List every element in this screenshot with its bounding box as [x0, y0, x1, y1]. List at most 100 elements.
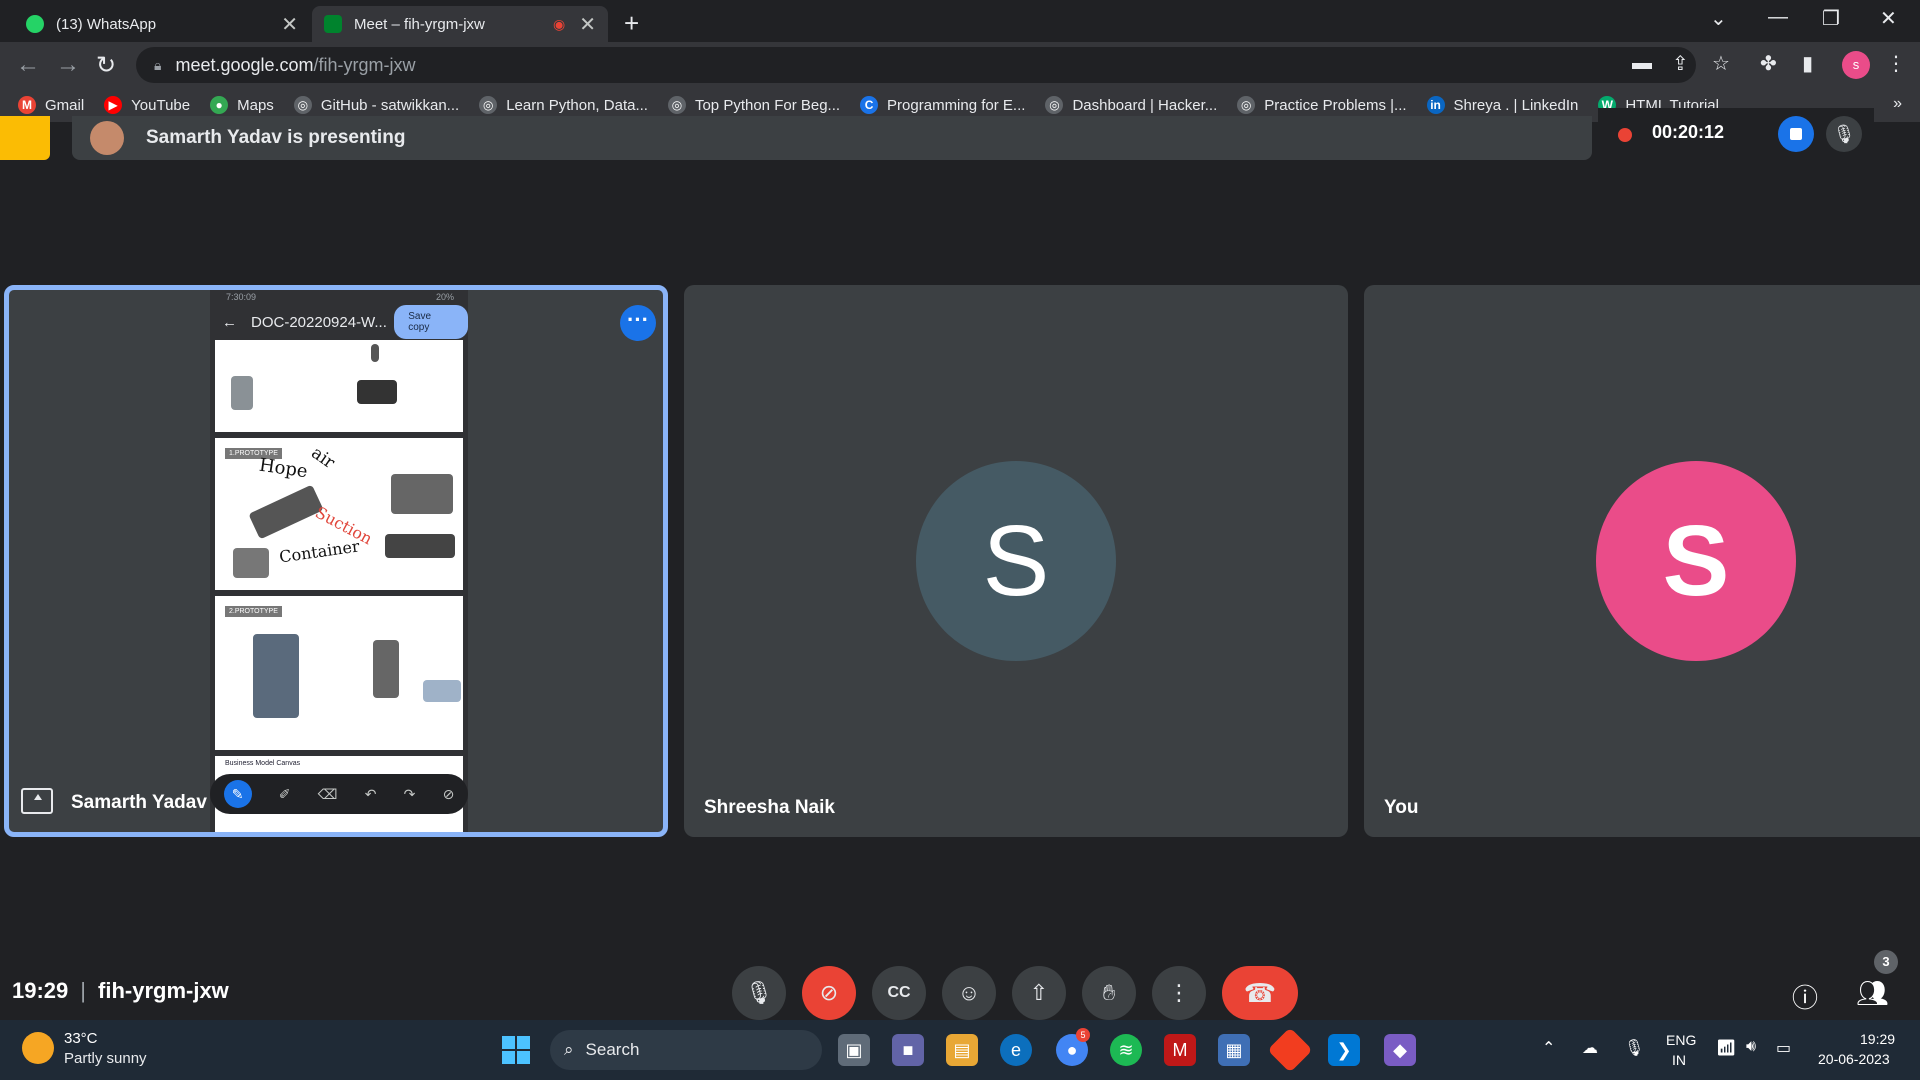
teams-icon[interactable]: ■: [892, 1034, 924, 1066]
lock-icon: 🔒︎: [154, 56, 162, 73]
redo-icon: ↷: [403, 785, 416, 802]
battery-icon[interactable]: ▭: [1776, 1038, 1791, 1058]
presenting-banner: Samarth Yadav is presenting: [72, 116, 1592, 160]
reload-icon[interactable]: ↻: [96, 51, 116, 80]
wifi-icon[interactable]: 📶︎: [1716, 1038, 1736, 1058]
mcafee-icon[interactable]: M: [1164, 1034, 1196, 1066]
tab-title: (13) WhatsApp: [56, 15, 157, 33]
prototype-image: [248, 484, 324, 540]
weather-temperature[interactable]: 33°C: [64, 1030, 98, 1047]
file-explorer-icon[interactable]: ▤: [946, 1034, 978, 1066]
camera-icon[interactable]: ▬: [1632, 52, 1652, 75]
save-copy-button: Save copy: [394, 305, 468, 339]
info-icon[interactable]: ⓘ: [1792, 978, 1818, 1015]
phone-status-bar: 7:30:09 20%: [210, 290, 468, 304]
leave-call-button[interactable]: ☎︎: [1222, 966, 1298, 1020]
participant-tile-you[interactable]: S You: [1364, 285, 1920, 837]
bookmark-item[interactable]: ▶ YouTube: [104, 96, 190, 114]
address-bar[interactable]: 🔒︎ meet.google.com/fih-yrgm-jxw: [136, 47, 1696, 83]
restore-button[interactable]: ❐: [1822, 6, 1840, 31]
start-button[interactable]: [502, 1036, 530, 1064]
bookmark-label: Practice Problems |...: [1264, 96, 1407, 114]
region-indicator[interactable]: IN: [1672, 1052, 1686, 1068]
microphone-button[interactable]: 🎙︎: [732, 966, 786, 1020]
windows-taskbar: 33°C Partly sunny ⌕ Search ▣ ■ ▤ e ● 5 ≋…: [0, 1020, 1920, 1080]
participant-tile-shreesha[interactable]: S Shreesha Naik: [684, 285, 1348, 837]
onedrive-icon[interactable]: ☁: [1582, 1038, 1598, 1058]
emoji-button[interactable]: ☺: [942, 966, 996, 1020]
microphone-tray-icon[interactable]: 🎙︎: [1624, 1038, 1644, 1058]
ink-annotation: Container: [278, 536, 361, 567]
tab-whatsapp[interactable]: (13) WhatsApp ✕: [14, 6, 310, 42]
language-indicator[interactable]: ENG: [1666, 1032, 1696, 1048]
bin-image: [231, 376, 253, 410]
raise-hand-button[interactable]: ✋︎: [1082, 966, 1136, 1020]
people-icon[interactable]: 👥︎: [1856, 978, 1889, 1009]
present-now-button[interactable]: ⇧: [1012, 966, 1066, 1020]
new-tab-button[interactable]: +: [624, 8, 639, 39]
bookmark-item[interactable]: ◎ Practice Problems |...: [1237, 96, 1407, 114]
profile-avatar[interactable]: s: [1842, 51, 1870, 79]
meet-icon: [324, 15, 342, 33]
pen-icon: ✎: [223, 780, 252, 808]
bookmark-item[interactable]: ◎ Learn Python, Data...: [479, 96, 648, 114]
car-image: [423, 680, 461, 702]
tab-search-icon[interactable]: ⌄: [1710, 6, 1727, 31]
weather-description[interactable]: Partly sunny: [64, 1050, 147, 1067]
extensions-icon[interactable]: ✤: [1760, 51, 1777, 76]
bookmark-item[interactable]: ◎ GitHub - satwikkan...: [293, 96, 459, 114]
presenting-text: Samarth Yadav is presenting: [146, 127, 406, 148]
bookmark-item[interactable]: ◎ Dashboard | Hacker...: [1045, 96, 1217, 114]
edge-icon[interactable]: e: [1000, 1034, 1032, 1066]
star-icon[interactable]: ☆: [1712, 51, 1730, 76]
close-icon[interactable]: ✕: [281, 12, 298, 37]
share-icon[interactable]: ⇪: [1672, 51, 1689, 76]
taskbar-time[interactable]: 19:29: [1860, 1031, 1895, 1047]
minimize-button[interactable]: —: [1768, 6, 1788, 29]
more-options-icon[interactable]: ⋮: [1152, 966, 1206, 1020]
bookmark-item[interactable]: M Gmail: [18, 96, 84, 114]
phone-battery: 20%: [435, 292, 454, 302]
divider: |: [80, 978, 86, 1003]
side-panel-icon[interactable]: ▮: [1802, 51, 1813, 76]
stop-recording-button[interactable]: [1778, 116, 1814, 152]
menu-icon[interactable]: ⋮: [1886, 51, 1906, 76]
tab-title: Meet – fih-yrgm-jxw: [354, 15, 485, 33]
shared-screen: 7:30:09 20% ← DOC-20220924-W... Save cop…: [210, 290, 468, 832]
visual-studio-icon[interactable]: ◆: [1384, 1034, 1416, 1066]
tab-meet[interactable]: Meet – fih-yrgm-jxw ◉ ✕: [312, 6, 608, 42]
taskbar-search[interactable]: ⌕ Search: [550, 1030, 822, 1070]
bookmark-item[interactable]: in Shreya . | LinkedIn: [1426, 96, 1578, 114]
avatar: S: [916, 461, 1116, 661]
presenting-icon: [21, 788, 53, 814]
volume-icon[interactable]: 🔊︎: [1746, 1038, 1756, 1056]
presentation-control-button[interactable]: [0, 116, 50, 160]
close-window-button[interactable]: ✕: [1880, 6, 1897, 31]
spotify-icon[interactable]: ≋: [1110, 1034, 1142, 1066]
participant-tile-samarth[interactable]: 7:30:09 20% ← DOC-20220924-W... Save cop…: [4, 285, 668, 837]
weather-icon[interactable]: [22, 1032, 54, 1064]
vscode-icon[interactable]: ❯: [1328, 1034, 1360, 1066]
search-icon: ⌕: [564, 1040, 574, 1059]
task-view-icon[interactable]: ▣: [838, 1034, 870, 1066]
more-options-button[interactable]: ···: [620, 305, 656, 341]
hide-ink-icon: ⊘: [442, 785, 455, 802]
camera-off-button[interactable]: ⊘: [802, 966, 856, 1020]
forward-icon[interactable]: →: [56, 51, 80, 79]
ink-annotation: air: [307, 443, 339, 473]
meeting-info: 19:29 | fih-yrgm-jxw: [12, 978, 229, 1004]
more-bookmarks-icon[interactable]: »: [1885, 95, 1902, 113]
captions-button[interactable]: CC: [872, 966, 926, 1020]
show-hidden-icons[interactable]: ⌃: [1542, 1038, 1555, 1058]
taskbar-date[interactable]: 20-06-2023: [1818, 1051, 1890, 1067]
bookmark-favicon-icon: ◎: [667, 96, 686, 114]
meeting-code: fih-yrgm-jxw: [98, 978, 229, 1003]
microsoft-store-icon[interactable]: ▦: [1218, 1034, 1250, 1066]
back-icon[interactable]: ←: [16, 51, 40, 79]
mic-off-icon[interactable]: 🎙︎: [1826, 116, 1862, 152]
bookmark-item[interactable]: C Programming for E...: [860, 96, 1025, 114]
anydesk-icon[interactable]: [1267, 1027, 1313, 1073]
bookmark-item[interactable]: ◎ Top Python For Beg...: [667, 96, 840, 114]
bookmark-item[interactable]: ● Maps: [210, 96, 274, 114]
close-icon[interactable]: ✕: [579, 12, 596, 37]
